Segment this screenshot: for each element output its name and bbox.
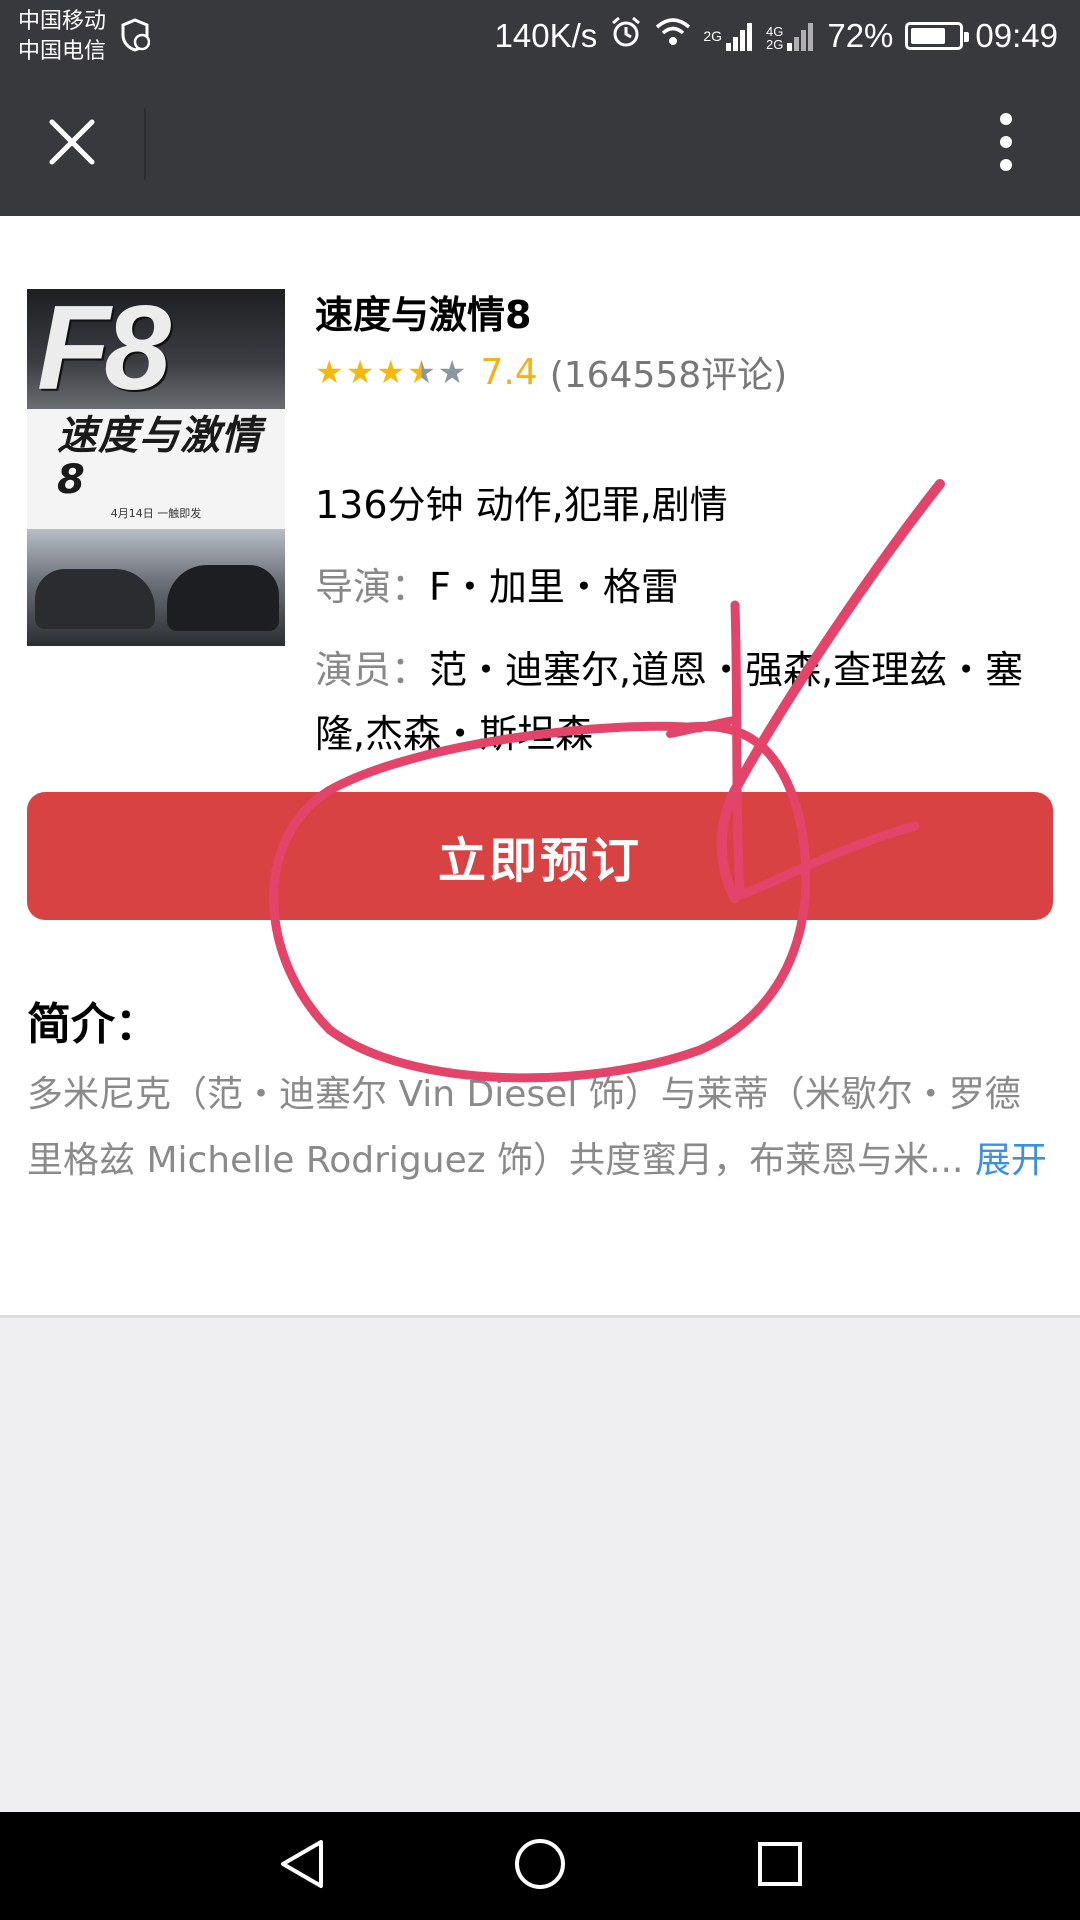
- director-label: 导演：: [315, 565, 430, 609]
- synopsis-text: 多米尼克（范・迪塞尔 Vin Diesel 饰）与莱蒂（米歇尔・罗德里格兹 Mi…: [27, 1062, 1047, 1194]
- nav-bar: [0, 72, 1080, 216]
- signal-1-type: 2G: [703, 28, 722, 44]
- poster-car-left: [35, 569, 155, 629]
- synopsis-title: 简介：: [27, 999, 159, 1050]
- status-indicators: 140K/s 2G 4G 2G 72% 09:49: [495, 0, 1058, 72]
- cast-label: 演员：: [315, 648, 430, 692]
- back-triangle-icon: [277, 1838, 327, 1894]
- clock: 09:49: [975, 17, 1058, 54]
- battery-icon: [905, 22, 970, 50]
- alarm-icon: [609, 15, 643, 57]
- system-nav-bar: [0, 1812, 1080, 1920]
- more-vertical-icon: [999, 112, 1013, 176]
- poster-logo: F8: [37, 289, 171, 415]
- rating-score: 7.4: [480, 351, 538, 393]
- status-bar: 中国移动 中国电信 140K/s 2G 4G 2G 72% 09:49: [0, 0, 1080, 72]
- cast-row: 演员：范・迪塞尔,道恩・强森,查理兹・塞隆,杰森・斯坦森: [315, 638, 1060, 766]
- synopsis-body: 多米尼克（范・迪塞尔 Vin Diesel 饰）与莱蒂（米歇尔・罗德里格兹 Mi…: [27, 1074, 1021, 1181]
- home-button[interactable]: [504, 1834, 576, 1898]
- director-name: F・加里・格雷: [429, 565, 679, 609]
- recents-button[interactable]: [744, 1834, 816, 1898]
- movie-meta: 136分钟 动作,犯罪,剧情: [315, 483, 728, 527]
- star-empty-icon: ★: [437, 353, 467, 391]
- review-count: (164558评论): [549, 355, 788, 396]
- rating-row: ★ ★ ★ ★ ★ 7.4 (164558评论): [315, 350, 787, 397]
- carrier-info: 中国移动 中国电信: [18, 6, 106, 66]
- movie-detail-card: F8 速度与激情8 4月14日 一触即发 速度与激情8 ★ ★ ★ ★ ★ 7.…: [0, 216, 1080, 1318]
- signal-2-icon: 4G 2G: [766, 21, 815, 51]
- net-speed: 140K/s: [494, 17, 598, 54]
- director-row: 导演：F・加里・格雷: [315, 556, 679, 611]
- carrier-2: 中国电信: [18, 38, 107, 63]
- movie-title: 速度与激情8: [315, 293, 532, 337]
- battery-fill: [911, 28, 945, 44]
- star-icon: ★: [376, 353, 406, 391]
- signal-2-type-bottom: 2G: [766, 37, 784, 52]
- wifi-icon: [655, 17, 691, 55]
- home-circle-icon: [513, 1837, 567, 1895]
- more-button[interactable]: [970, 102, 1042, 186]
- nav-divider: [144, 108, 146, 180]
- carrier-1: 中国移动: [18, 8, 107, 33]
- battery-percent: 72%: [827, 17, 894, 54]
- shield-icon: [120, 18, 151, 56]
- poster-title: 速度与激情8: [57, 413, 262, 503]
- star-half-icon: ★: [407, 353, 436, 391]
- back-button[interactable]: [266, 1834, 338, 1898]
- star-icon: ★: [315, 353, 344, 391]
- close-icon: [47, 117, 97, 171]
- star-icon: ★: [345, 353, 375, 391]
- poster-car-right: [167, 565, 279, 631]
- recents-square-icon: [756, 1840, 804, 1892]
- rating-stars: ★ ★ ★ ★ ★: [315, 356, 466, 388]
- signal-1-icon: 2G: [703, 21, 754, 51]
- book-now-button[interactable]: 立即预订: [27, 792, 1053, 920]
- close-button[interactable]: [30, 102, 114, 186]
- poster-date: 4月14日 一触即发: [110, 507, 202, 520]
- movie-poster[interactable]: F8 速度与激情8 4月14日 一触即发: [27, 289, 285, 646]
- expand-link[interactable]: 展开: [975, 1140, 1047, 1181]
